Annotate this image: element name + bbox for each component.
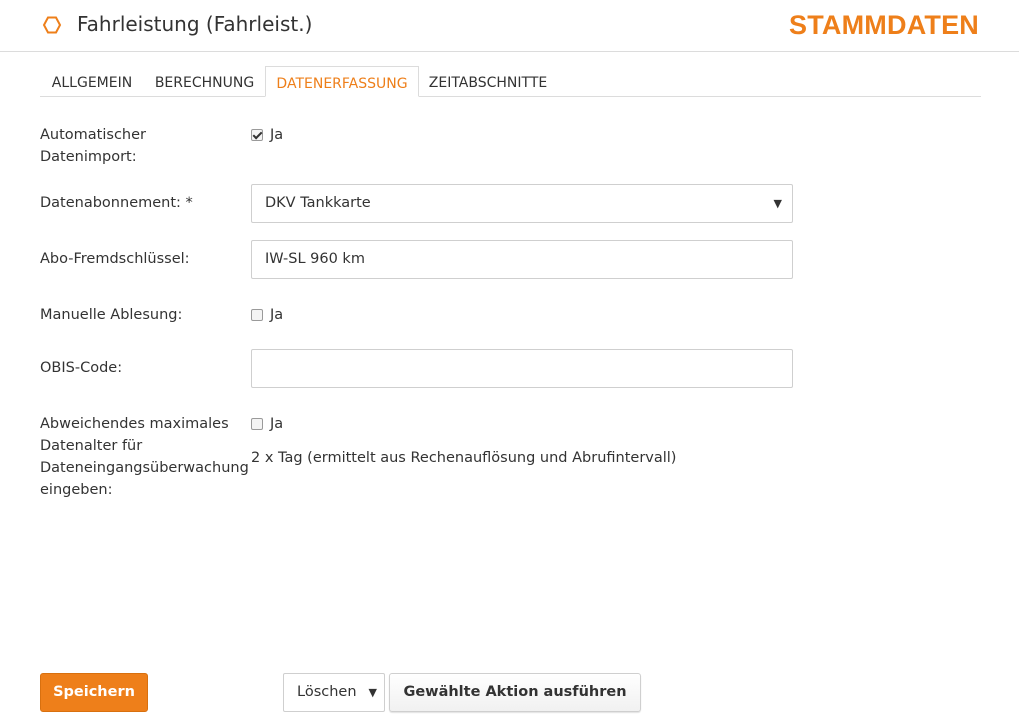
auto-import-label: Automatischer Datenimport: <box>40 127 146 165</box>
brand-title: STAMMDATEN <box>789 10 979 40</box>
tab-allgemein[interactable]: ALLGEMEIN <box>40 66 144 96</box>
max-data-age-info: 2 x Tag (ermittelt aus Rechenauflösung u… <box>251 450 677 466</box>
action-select-value: Löschen <box>297 684 357 700</box>
max-data-age-checkbox[interactable] <box>251 418 263 430</box>
manual-reading-checkbox-group: Ja <box>251 307 283 323</box>
subscription-select-value: DKV Tankkarte <box>265 195 371 211</box>
foreign-key-input[interactable]: IW-SL 960 km <box>251 240 793 279</box>
tab-berechnung[interactable]: BERECHNUNG <box>144 66 265 96</box>
manual-reading-label: Manuelle Ablesung: <box>40 307 183 323</box>
subscription-label: Datenabonnement: * <box>40 195 193 211</box>
hexagon-icon <box>42 16 62 34</box>
max-data-age-checkbox-group: Ja <box>251 416 283 432</box>
auto-import-checkbox[interactable] <box>251 129 263 141</box>
chevron-down-icon: ▼ <box>368 686 377 699</box>
manual-reading-checkbox[interactable] <box>251 309 263 321</box>
tab-datenerfassung[interactable]: DATENERFASSUNG <box>265 66 419 97</box>
page-header: Fahrleistung (Fahrleist.) STAMMDATEN <box>0 0 1019 52</box>
run-action-button[interactable]: Gewählte Aktion ausführen <box>389 673 641 712</box>
obis-code-input[interactable] <box>251 349 793 388</box>
subscription-select[interactable]: DKV Tankkarte ▼ <box>251 184 793 223</box>
foreign-key-label: Abo-Fremdschlüssel: <box>40 251 190 267</box>
auto-import-checkbox-label[interactable]: Ja <box>270 127 283 143</box>
max-data-age-checkbox-label[interactable]: Ja <box>270 416 283 432</box>
tab-zeitabschnitte[interactable]: ZEITABSCHNITTE <box>419 66 557 96</box>
manual-reading-checkbox-label[interactable]: Ja <box>270 307 283 323</box>
max-data-age-label: Abweichendes maximales Datenalter für Da… <box>40 416 249 498</box>
save-button[interactable]: Speichern <box>40 673 148 712</box>
auto-import-checkbox-group: Ja <box>251 127 283 143</box>
page-title: Fahrleistung (Fahrleist.) <box>77 12 313 36</box>
action-select[interactable]: Löschen ▼ <box>283 673 385 712</box>
chevron-down-icon: ▼ <box>773 197 782 210</box>
tab-bar: ALLGEMEIN BERECHNUNG DATENERFASSUNG ZEIT… <box>40 66 981 97</box>
obis-code-label: OBIS-Code: <box>40 360 123 376</box>
